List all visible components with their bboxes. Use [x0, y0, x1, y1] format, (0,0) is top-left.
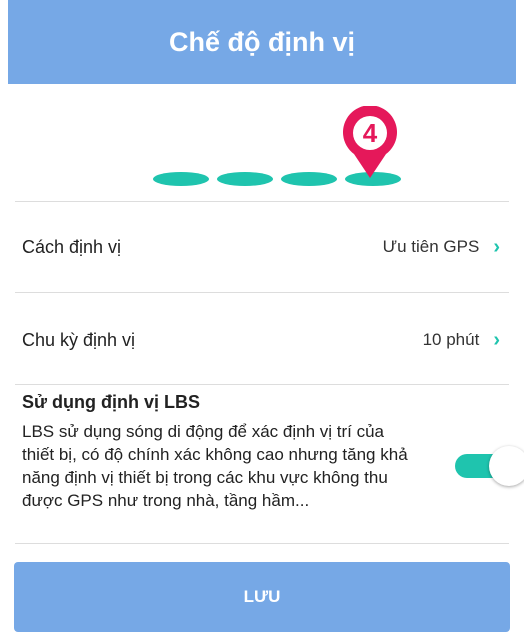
- step-dash-2: [217, 172, 273, 186]
- location-pin-icon: 4: [343, 106, 397, 178]
- page-title: Chế độ định vị: [169, 26, 355, 57]
- setting-label: Cách định vị: [22, 236, 122, 257]
- divider: [15, 292, 509, 293]
- setting-value-group: 10 phút ›: [423, 330, 500, 350]
- save-button[interactable]: LƯU: [14, 562, 510, 632]
- setting-value-group: Ưu tiên GPS ›: [383, 237, 500, 257]
- lbs-description: LBS sử dụng sóng di động để xác định vị …: [22, 422, 408, 510]
- step-dash-1: [153, 172, 209, 186]
- setting-label: Chu kỳ định vị: [22, 329, 136, 350]
- divider: [15, 384, 509, 385]
- setting-value: 10 phút: [422, 330, 480, 349]
- lbs-title: Sử dụng định vị LBS: [22, 392, 201, 412]
- divider: [15, 543, 509, 544]
- toggle-knob: [489, 446, 524, 486]
- current-step-number: 4: [363, 118, 378, 148]
- divider: [15, 201, 509, 202]
- chevron-right-icon: ›: [493, 329, 500, 351]
- step-indicator: 4: [0, 84, 524, 202]
- setting-value: Ưu tiên GPS: [382, 237, 480, 256]
- chevron-right-icon: ›: [493, 236, 500, 258]
- lbs-toggle[interactable]: [455, 446, 524, 486]
- setting-row-location-method[interactable]: Cách định vị Ưu tiên GPS ›: [22, 223, 500, 271]
- setting-row-location-interval[interactable]: Chu kỳ định vị 10 phút ›: [22, 316, 500, 364]
- app-header: Chế độ định vị: [8, 0, 516, 84]
- step-dash-3: [281, 172, 337, 186]
